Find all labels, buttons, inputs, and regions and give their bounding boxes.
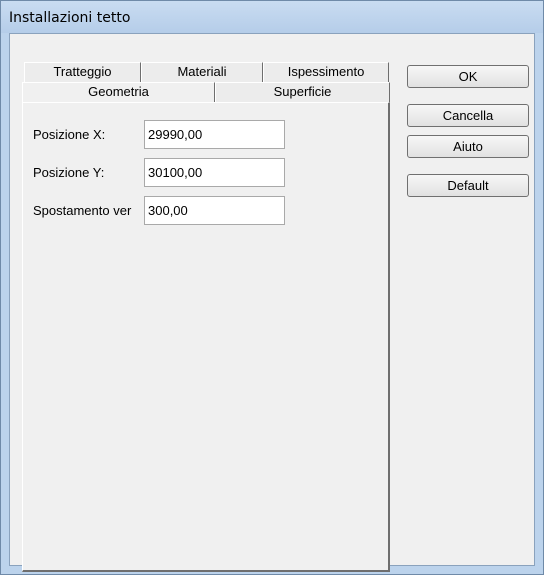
tab-geometria[interactable]: Geometria	[22, 82, 215, 102]
tab-row-front: Geometria Superficie	[22, 82, 390, 102]
tab-superficie[interactable]: Superficie	[215, 82, 390, 102]
tab-row-back: Tratteggio Materiali Ispessimento	[24, 62, 389, 82]
tab-tratteggio[interactable]: Tratteggio	[24, 62, 141, 82]
dialog-window: Installazioni tetto Tratteggio Materiali…	[0, 0, 544, 575]
position-y-input[interactable]	[144, 158, 285, 187]
ok-button[interactable]: OK	[407, 65, 529, 88]
title-bar[interactable]: Installazioni tetto	[1, 1, 543, 33]
vertical-offset-label: Spostamento ver	[33, 203, 132, 218]
position-x-label: Posizione X:	[33, 127, 106, 142]
cancel-button[interactable]: Cancella	[407, 104, 529, 127]
vertical-offset-input[interactable]	[144, 196, 285, 225]
help-button[interactable]: Aiuto	[407, 135, 529, 158]
tab-materiali[interactable]: Materiali	[141, 62, 263, 82]
default-button[interactable]: Default	[407, 174, 529, 197]
position-x-input[interactable]	[144, 120, 285, 149]
position-y-label: Posizione Y:	[33, 165, 105, 180]
tab-ispessimento[interactable]: Ispessimento	[263, 62, 389, 82]
window-title: Installazioni tetto	[9, 10, 131, 26]
tab-panel-geometria: Posizione X: Posizione Y: Spostamento ve…	[22, 102, 390, 572]
dialog-client-area: Tratteggio Materiali Ispessimento Geomet…	[9, 33, 535, 572]
